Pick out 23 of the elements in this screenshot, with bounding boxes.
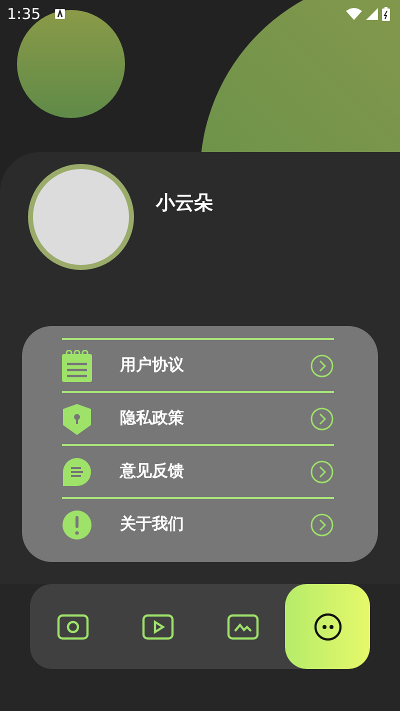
face-icon (314, 612, 342, 640)
alert-icon (62, 508, 92, 540)
chevron-icon (310, 460, 334, 484)
status-time: 1:35 (7, 5, 41, 23)
menu-item[interactable]: 隐私政策 (62, 391, 334, 444)
notification-icon (54, 9, 65, 19)
camera-icon (56, 614, 88, 640)
menu-item[interactable]: 关于我们 (62, 497, 334, 550)
wifi-icon (346, 8, 362, 20)
play-icon (142, 614, 174, 640)
menu-item[interactable]: 用户协议 (62, 338, 334, 391)
nav-tab[interactable] (285, 584, 370, 669)
chevron-icon (310, 512, 334, 536)
chevron-icon (310, 354, 334, 378)
menu-item[interactable]: 意见反馈 (62, 444, 334, 497)
chevron-icon (310, 406, 334, 430)
image-icon (226, 614, 258, 640)
signal-icon (366, 8, 378, 20)
battery-icon (382, 7, 390, 21)
shield-icon (62, 402, 92, 434)
user-name: 小云朵 (156, 191, 213, 216)
notepad-icon (62, 350, 92, 382)
chat-icon (62, 456, 92, 488)
